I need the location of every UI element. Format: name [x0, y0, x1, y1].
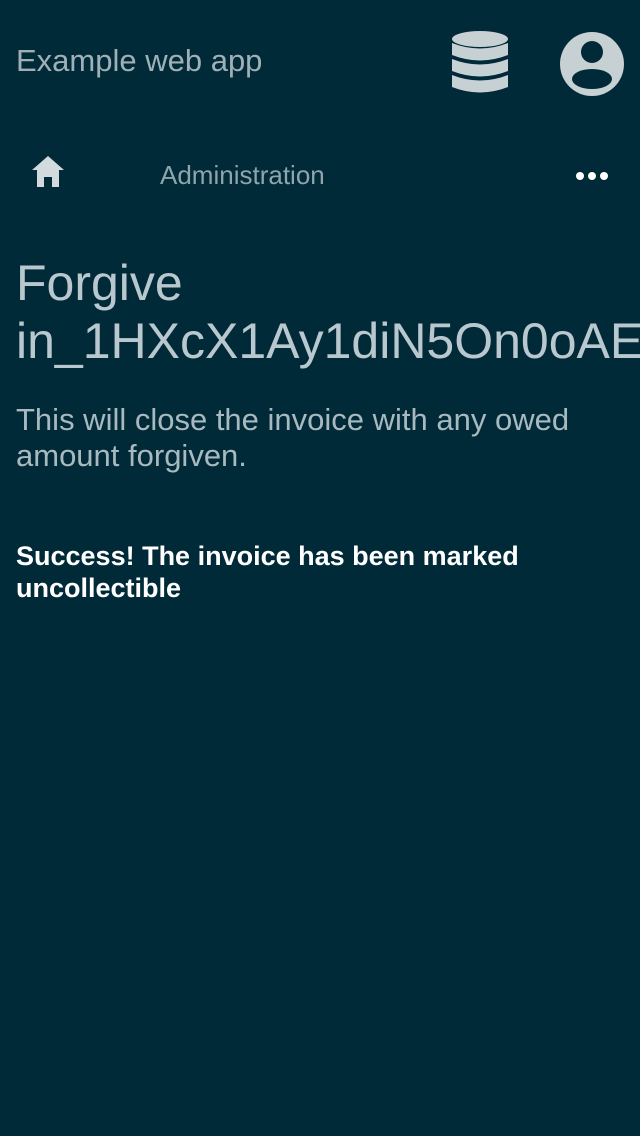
user-account-button[interactable] [558, 30, 626, 98]
database-icon [452, 31, 508, 93]
invoice-id: in_1HXcX1Ay1diN5On0oAE [16, 313, 640, 369]
more-options-button[interactable] [570, 160, 614, 192]
more-horizontal-icon [576, 172, 608, 180]
database-button[interactable] [448, 28, 512, 100]
home-icon [32, 156, 64, 187]
page-title-action: Forgive [16, 255, 183, 311]
page-title: Forgive in_1HXcX1Ay1diN5On0oAE [16, 254, 640, 370]
success-message: Success! The invoice has been marked unc… [16, 541, 519, 603]
breadcrumb[interactable]: Administration [160, 158, 325, 192]
page-description: This will close the invoice with any owe… [16, 402, 570, 473]
user-circle-icon [560, 32, 624, 96]
app-title: Example web app [16, 43, 263, 78]
home-button[interactable] [28, 152, 68, 192]
